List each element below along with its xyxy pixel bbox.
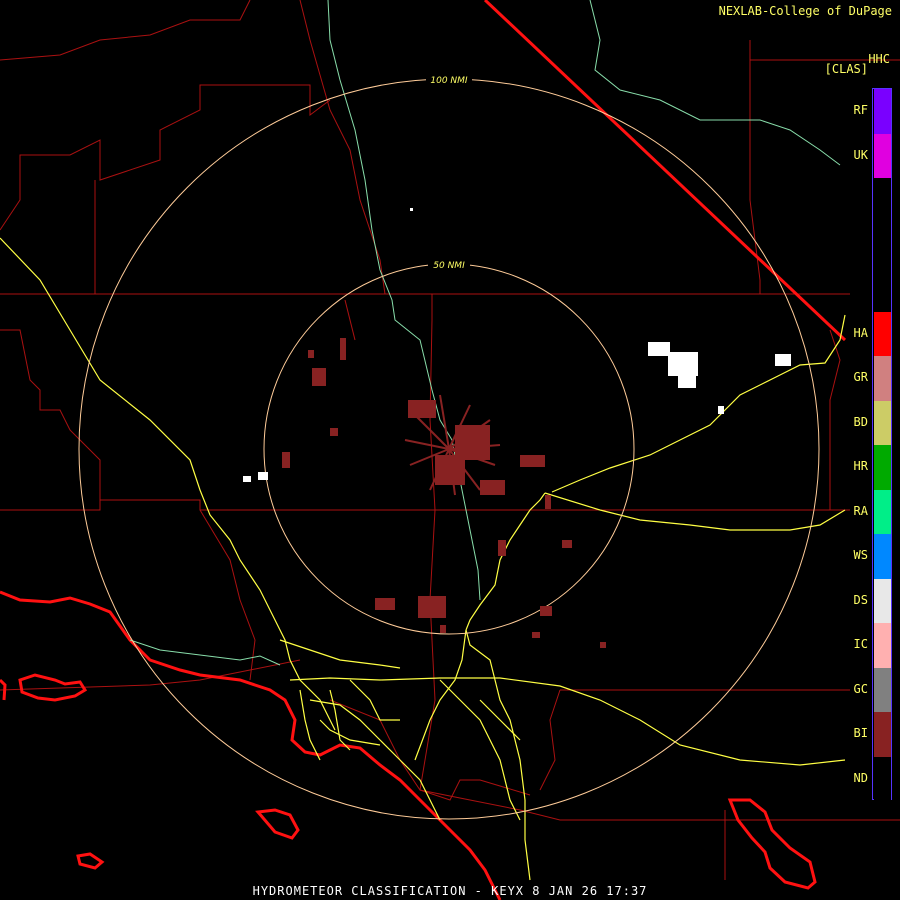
color-legend — [872, 88, 892, 801]
legend-swatch — [874, 578, 891, 623]
range-ring-labels: 100 NMI 50 NMI — [426, 74, 472, 271]
legend-label-ds: DS — [853, 592, 868, 607]
legend-swatch — [874, 400, 891, 445]
legend-label-nd: ND — [853, 770, 868, 785]
legend-swatch — [874, 489, 891, 534]
legend-swatch — [874, 267, 891, 312]
product-tag: [CLAS] — [824, 62, 868, 76]
credit-text: NEXLAB-College of DuPage — [718, 4, 892, 18]
legend-swatch — [874, 667, 891, 712]
legend-swatch — [874, 356, 891, 401]
legend-label-gr: GR — [853, 370, 868, 385]
legend-swatch — [874, 445, 891, 490]
coastline — [0, 590, 817, 900]
legend-label-ra: RA — [853, 503, 868, 518]
highways — [0, 237, 846, 881]
legend-swatch — [874, 133, 891, 178]
legend-label-ws: WS — [853, 548, 868, 563]
legend-label-rf: RF — [853, 103, 868, 118]
dry-snow-returns — [243, 208, 791, 482]
legend-label-bi: BI — [853, 726, 868, 741]
legend-label-gc: GC — [853, 681, 868, 696]
rivers — [129, 0, 841, 666]
legend-swatch — [874, 756, 891, 801]
legend-label-ic: IC — [853, 637, 868, 652]
legend-label-uk: UK — [853, 147, 868, 162]
legend-swatch — [874, 178, 891, 223]
legend-label-hr: HR — [853, 459, 868, 474]
product-title: HYDROMETEOR CLASSIFICATION - KEYX 8 JAN … — [252, 884, 648, 898]
range-ring-label-50: 50 NMI — [433, 261, 465, 271]
legend-swatch — [874, 534, 891, 579]
legend-swatch — [874, 222, 891, 267]
product-code: HHC — [868, 52, 890, 66]
legend-label-ha: HA — [853, 325, 868, 340]
legend-swatch — [874, 623, 891, 668]
radar-map: 100 NMI 50 NMI — [0, 0, 900, 900]
state-boundary — [483, 0, 847, 342]
legend-swatch — [874, 712, 891, 757]
legend-swatch — [874, 89, 891, 134]
legend-label-bd: BD — [853, 414, 868, 429]
county-boundaries — [0, 0, 900, 880]
range-ring-label-100: 100 NMI — [430, 76, 468, 86]
legend-swatch — [874, 311, 891, 356]
radar-returns — [282, 338, 606, 648]
